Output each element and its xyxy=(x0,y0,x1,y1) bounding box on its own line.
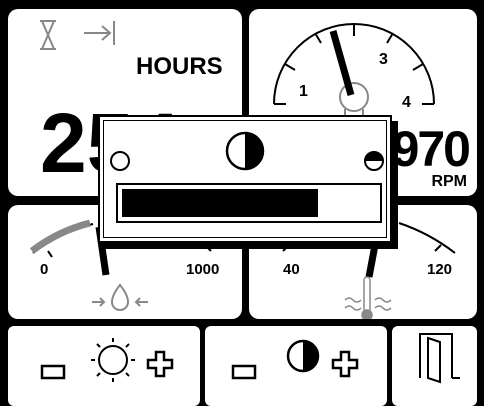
oil-gauge-ticks xyxy=(47,244,212,258)
engine-icon xyxy=(339,82,369,117)
rpm-gauge-ticks xyxy=(274,24,434,105)
contrast-icon xyxy=(225,131,265,171)
brightness-slider-fill xyxy=(122,189,318,217)
oil-pressure-icon xyxy=(92,283,148,311)
exit-door-icon xyxy=(419,333,460,384)
hours-unit-label: HOURS xyxy=(136,53,223,80)
hourglass-icon xyxy=(40,20,56,50)
rpm-scale-label: 4 xyxy=(402,94,411,111)
contrast-button[interactable] xyxy=(205,326,387,406)
oil-scale-min: 0 xyxy=(40,261,49,278)
oil-scale-max: 1000 xyxy=(186,261,220,278)
plus-icon xyxy=(331,350,359,378)
rpm-unit-label: RPM xyxy=(431,173,467,190)
coolant-gauge-arc xyxy=(398,222,456,254)
coolant-scale-max: 120 xyxy=(427,261,453,278)
brightness-dialog xyxy=(98,115,392,243)
max-brightness-icon xyxy=(364,151,384,171)
oil-gauge-arc xyxy=(32,223,94,254)
rpm-scale-label: 3 xyxy=(379,51,388,68)
arrow-to-bar-icon xyxy=(84,21,115,45)
contrast-icon xyxy=(286,339,320,373)
min-brightness-icon xyxy=(110,151,130,171)
backlight-button[interactable] xyxy=(8,326,200,406)
coolant-scale-min: 40 xyxy=(283,261,300,278)
coolant-temperature-icon xyxy=(344,276,392,319)
coolant-gauge-ticks xyxy=(282,244,442,252)
brightness-slider[interactable] xyxy=(116,183,382,223)
rpm-value: 970 xyxy=(391,121,471,177)
exit-button[interactable] xyxy=(392,326,477,406)
coolant-temp-needle xyxy=(365,244,379,278)
minus-icon xyxy=(231,364,257,380)
sun-icon xyxy=(91,338,135,382)
rpm-needle xyxy=(329,30,355,96)
rpm-scale-label: 1 xyxy=(299,83,308,100)
minus-icon xyxy=(40,364,66,380)
plus-icon xyxy=(146,350,174,378)
oil-gauge-low-band xyxy=(29,219,91,254)
